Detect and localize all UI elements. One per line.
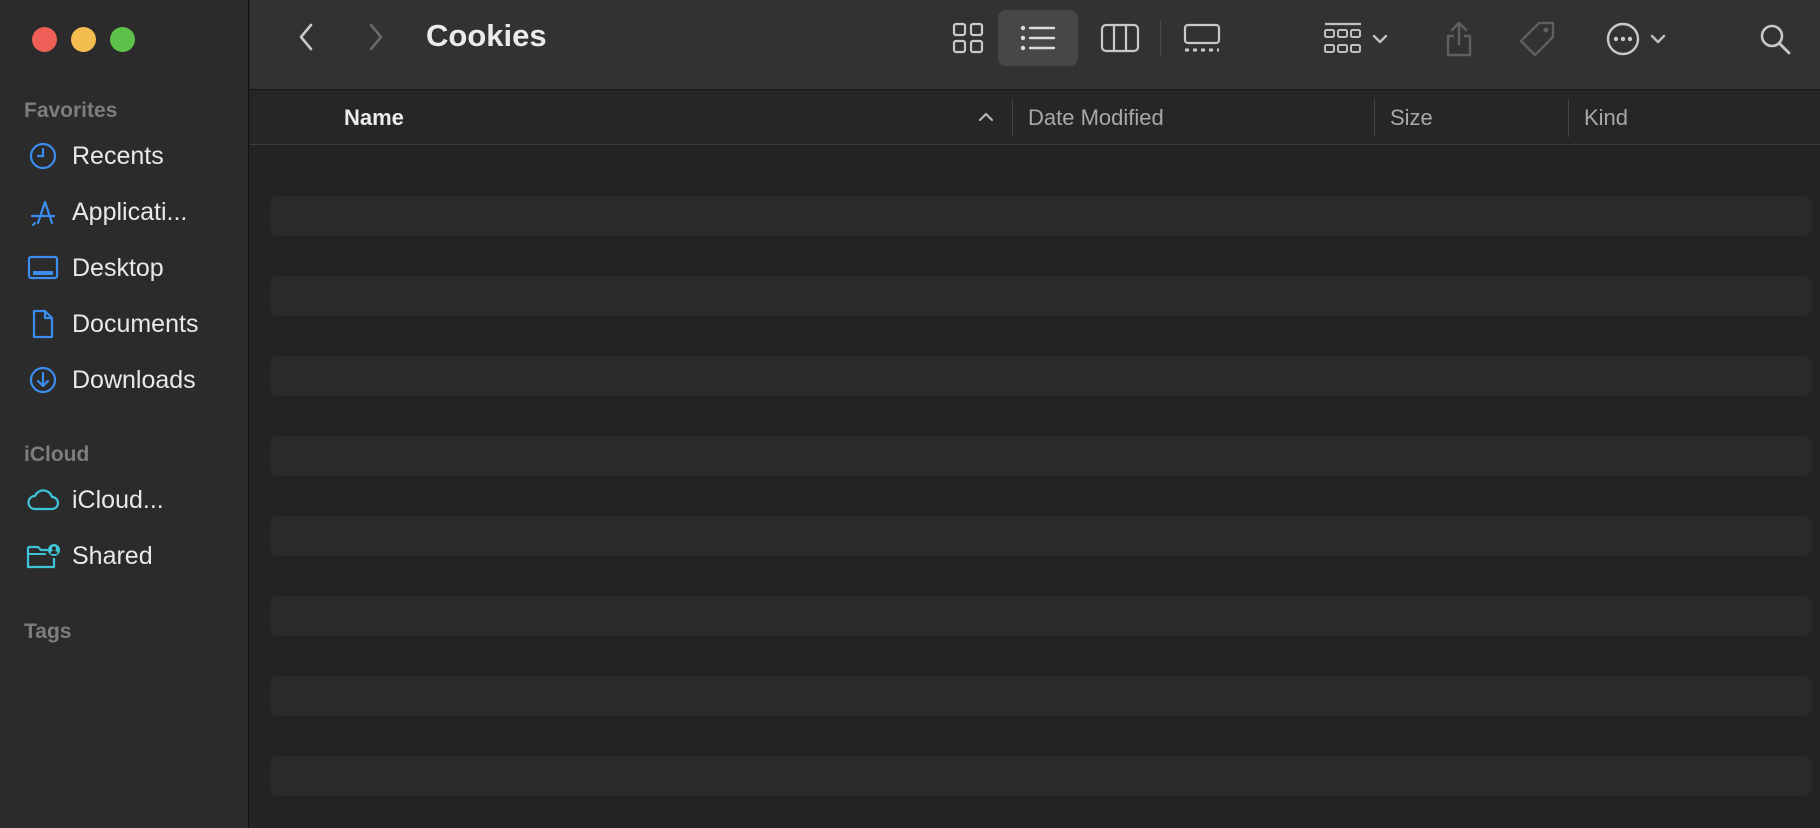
- document-icon: [26, 307, 60, 341]
- sidebar-section-icloud: iCloud: [24, 443, 90, 466]
- icon-view-button[interactable]: [928, 10, 1008, 66]
- cloud-icon: [26, 483, 60, 517]
- sidebar: Favorites Recents Applicati... Desktop D…: [0, 0, 249, 828]
- sidebar-section-favorites: Favorites: [24, 99, 118, 122]
- back-button[interactable]: [288, 18, 324, 56]
- column-header-name[interactable]: Name: [344, 105, 404, 131]
- share-button[interactable]: [1434, 14, 1484, 64]
- search-icon: [1760, 24, 1791, 55]
- desktop-icon: [26, 251, 60, 285]
- group-grid-icon: [1324, 22, 1361, 53]
- ellipsis-circle-icon: [1606, 22, 1640, 56]
- column-header: Name Date Modified Size Kind: [250, 91, 1820, 145]
- finder-window: Favorites Recents Applicati... Desktop D…: [0, 0, 1820, 828]
- list-row-stripe: [270, 276, 1812, 316]
- shared-folder-icon: [26, 539, 60, 573]
- chevron-right-icon: [369, 23, 383, 51]
- minimize-window-button[interactable]: [71, 27, 96, 52]
- list-row-stripe: [270, 676, 1812, 716]
- sidebar-item-downloads[interactable]: Downloads: [26, 360, 241, 400]
- window-title: Cookies: [426, 18, 547, 53]
- toolbar: Cookies: [250, 0, 1820, 90]
- close-window-button[interactable]: [32, 27, 57, 52]
- applications-icon: [26, 195, 60, 229]
- gallery-icon: [1183, 23, 1221, 52]
- group-by-button[interactable]: [1316, 14, 1396, 64]
- list-row-stripe: [270, 436, 1812, 476]
- sidebar-item-label: Recents: [72, 141, 164, 170]
- column-divider[interactable]: [1568, 99, 1569, 137]
- columns-icon: [1100, 23, 1140, 53]
- list-row-stripe: [270, 756, 1812, 796]
- chevron-left-icon: [299, 23, 313, 51]
- more-actions-button[interactable]: [1596, 14, 1676, 64]
- clock-icon: [26, 139, 60, 173]
- column-divider[interactable]: [1012, 99, 1013, 137]
- sidebar-item-label: Shared: [72, 541, 153, 570]
- tags-button[interactable]: [1512, 14, 1562, 64]
- window-controls: [32, 27, 135, 52]
- toolbar-divider: [1160, 20, 1161, 56]
- chevron-down-icon: [1650, 34, 1666, 44]
- column-view-button[interactable]: [1080, 10, 1160, 66]
- sidebar-item-label: Applicati...: [72, 197, 188, 226]
- sidebar-item-shared[interactable]: Shared: [26, 536, 241, 576]
- sidebar-section-tags: Tags: [24, 620, 72, 643]
- sidebar-item-label: Downloads: [72, 365, 196, 394]
- download-icon: [26, 363, 60, 397]
- sidebar-item-recents[interactable]: Recents: [26, 136, 241, 176]
- sidebar-item-label: Desktop: [72, 253, 164, 282]
- zoom-window-button[interactable]: [110, 27, 135, 52]
- column-header-size[interactable]: Size: [1390, 105, 1433, 131]
- sidebar-item-documents[interactable]: Documents: [26, 304, 241, 344]
- column-header-kind[interactable]: Kind: [1584, 105, 1628, 131]
- list-row-stripe: [270, 596, 1812, 636]
- search-button[interactable]: [1750, 14, 1800, 64]
- list-row-stripe: [270, 356, 1812, 396]
- sidebar-item-label: iCloud...: [72, 485, 164, 514]
- forward-button[interactable]: [358, 18, 394, 56]
- file-list[interactable]: [250, 146, 1820, 828]
- list-view-button[interactable]: [998, 10, 1078, 66]
- sidebar-item-applications[interactable]: Applicati...: [26, 192, 241, 232]
- sidebar-item-desktop[interactable]: Desktop: [26, 248, 241, 288]
- column-divider[interactable]: [1374, 99, 1375, 137]
- tag-icon: [1519, 21, 1555, 57]
- chevron-down-icon: [1372, 34, 1388, 44]
- share-icon: [1446, 21, 1472, 57]
- sort-ascending-icon: [979, 113, 993, 121]
- sidebar-item-icloud-drive[interactable]: iCloud...: [26, 480, 241, 520]
- gallery-view-button[interactable]: [1162, 10, 1242, 66]
- list-row-stripe: [270, 196, 1812, 236]
- list-row-stripe: [270, 516, 1812, 556]
- sidebar-item-label: Documents: [72, 309, 199, 338]
- grid-icon: [952, 22, 984, 54]
- column-header-date-modified[interactable]: Date Modified: [1028, 105, 1164, 131]
- list-icon: [1020, 25, 1056, 51]
